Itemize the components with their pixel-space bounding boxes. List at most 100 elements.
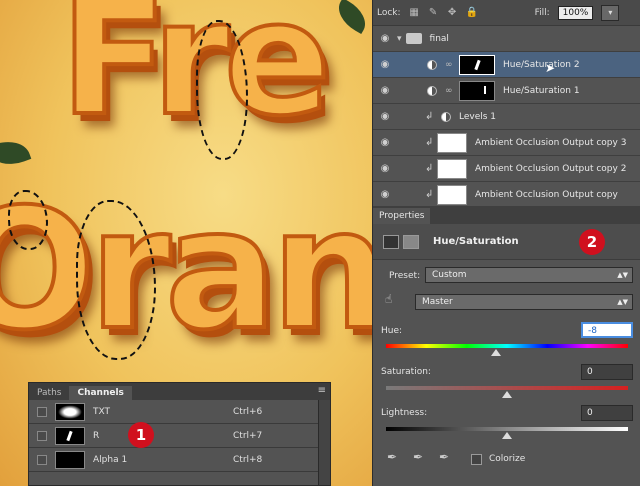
lightness-label: Lightness: [381, 408, 428, 418]
canvas-text-line-2: Oran [0, 174, 372, 367]
tab-properties[interactable]: Properties [373, 208, 431, 224]
channel-name: TXT [93, 406, 111, 417]
lock-row: Lock: ▦ ✎ ✥ 🔒 Fill: 100% ▾ [373, 0, 640, 26]
lock-all-icon[interactable]: 🔒 [466, 7, 478, 18]
visibility-checkbox[interactable] [37, 454, 47, 465]
layer-name: Hue/Saturation 1 [503, 85, 580, 96]
channel-row-r[interactable]: R Ctrl+7 1 [29, 422, 330, 448]
channels-scrollbar[interactable] [318, 400, 330, 485]
hue-slider-track[interactable] [386, 344, 628, 348]
lock-transparent-icon[interactable]: ▦ [409, 7, 420, 18]
layer-name: Levels 1 [459, 111, 497, 122]
eye-icon[interactable]: ◉ [373, 111, 397, 122]
properties-title: Hue/Saturation [433, 236, 519, 247]
chevron-updown-icon: ▲▼ [617, 298, 628, 306]
layer-row-ao-copy[interactable]: ◉ ↲ Ambient Occlusion Output copy [373, 182, 640, 208]
colorize-checkbox[interactable] [471, 454, 482, 465]
channel-thumbnail [55, 426, 85, 445]
eyedropper-plus-icon[interactable]: ✒ [413, 450, 423, 464]
layer-mask-thumbnail[interactable] [459, 54, 495, 75]
eye-icon[interactable]: ◉ [373, 189, 397, 200]
lightness-slider-track[interactable] [386, 427, 628, 431]
chevron-down-icon[interactable]: ▾ [397, 34, 402, 44]
layer-mask-thumbnail[interactable] [459, 80, 495, 101]
range-select[interactable]: Master ▲▼ [415, 294, 633, 310]
lightness-input[interactable]: 0 [581, 405, 633, 421]
fill-label: Fill: [534, 7, 550, 18]
layer-row-ao-copy-2[interactable]: ◉ ↲ Ambient Occlusion Output copy 2 [373, 156, 640, 182]
group-name: final [429, 33, 449, 44]
saturation-input[interactable]: 0 [581, 364, 633, 380]
adjustment-icon [427, 59, 437, 70]
channel-thumbnail [55, 450, 85, 469]
hue-slider-handle[interactable] [491, 349, 501, 356]
panel-menu-icon[interactable]: ≡ [318, 385, 326, 396]
layer-row-levels-1[interactable]: ◉ ↲ Levels 1 [373, 104, 640, 130]
lightness-slider-handle[interactable] [502, 432, 512, 439]
channel-row-alpha-1[interactable]: Alpha 1 Ctrl+8 [29, 448, 330, 472]
tab-paths[interactable]: Paths [29, 386, 69, 400]
channel-shortcut: Ctrl+7 [233, 430, 263, 441]
clipping-arrow-icon: ↲ [425, 111, 434, 122]
layer-row-ao-copy-3[interactable]: ◉ ↲ Ambient Occlusion Output copy 3 [373, 130, 640, 156]
preset-label: Preset: [389, 271, 421, 281]
lock-label: Lock: [377, 7, 401, 18]
tab-channels[interactable]: Channels [69, 386, 132, 400]
layer-thumbnail[interactable] [437, 184, 467, 205]
properties-tabbar: Properties [373, 206, 640, 224]
chain-link-icon[interactable]: ∞ [445, 60, 455, 70]
channel-shortcut: Ctrl+6 [233, 406, 263, 417]
saturation-slider-track[interactable] [386, 386, 628, 390]
adjustment-layer-icon[interactable] [383, 234, 399, 249]
eye-icon[interactable]: ◉ [373, 33, 397, 44]
channels-panel: Paths Channels ≡ TXT Ctrl+6 R Ctrl+7 1 A… [28, 382, 331, 486]
layer-name: Ambient Occlusion Output copy [475, 189, 618, 200]
lock-brush-icon[interactable]: ✎ [428, 7, 439, 18]
eye-icon[interactable]: ◉ [373, 59, 397, 70]
channel-row-txt[interactable]: TXT Ctrl+6 [29, 400, 330, 424]
step-badge-1: 1 [128, 422, 154, 448]
saturation-slider-handle[interactable] [502, 391, 512, 398]
chain-link-icon[interactable]: ∞ [445, 86, 455, 96]
preset-value: Custom [432, 270, 467, 280]
adjustment-icon [441, 111, 451, 122]
layer-name: Hue/Saturation 2 [503, 59, 580, 70]
layer-row-hue-saturation-2[interactable]: ◉ ∞ Hue/Saturation 2 ➤ [373, 52, 640, 78]
eye-icon[interactable]: ◉ [373, 85, 397, 96]
layer-thumbnail[interactable] [437, 132, 467, 153]
channel-name: R [93, 430, 100, 441]
hue-input[interactable]: -8 [581, 322, 633, 338]
fill-dropdown-icon[interactable]: ▾ [601, 4, 620, 21]
lock-move-icon[interactable]: ✥ [447, 7, 458, 18]
clipping-arrow-icon: ↲ [425, 163, 434, 174]
saturation-label: Saturation: [381, 367, 431, 377]
eyedropper-icon[interactable]: ✒ [387, 450, 397, 464]
layers-panel: Lock: ▦ ✎ ✥ 🔒 Fill: 100% ▾ ◉ ▾ final ◉ ∞… [372, 0, 640, 208]
visibility-checkbox[interactable] [37, 430, 47, 441]
layer-group-row[interactable]: ◉ ▾ final [373, 26, 640, 52]
channel-thumbnail [55, 402, 85, 421]
range-value: Master [422, 297, 453, 307]
layer-thumbnail[interactable] [437, 158, 467, 179]
chevron-updown-icon: ▲▼ [617, 271, 628, 279]
channel-name: Alpha 1 [93, 454, 128, 465]
leaf-decoration [331, 0, 372, 35]
canvas-text-line-1: Fre [58, 0, 333, 151]
visibility-checkbox[interactable] [37, 406, 47, 417]
clipping-arrow-icon: ↲ [425, 189, 434, 200]
colorize-label: Colorize [489, 454, 526, 464]
eyedropper-minus-icon[interactable]: ✒ [439, 450, 449, 464]
mask-icon[interactable] [403, 234, 419, 249]
leaf-decoration [0, 134, 32, 172]
hand-adjust-icon[interactable]: ☝ [385, 292, 392, 306]
preset-select[interactable]: Custom ▲▼ [425, 267, 633, 283]
step-badge-2: 2 [579, 229, 605, 255]
eye-icon[interactable]: ◉ [373, 137, 397, 148]
eye-icon[interactable]: ◉ [373, 163, 397, 174]
layer-row-hue-saturation-1[interactable]: ◉ ∞ Hue/Saturation 1 [373, 78, 640, 104]
fill-input[interactable]: 100% [557, 5, 594, 20]
folder-icon [405, 33, 422, 44]
hue-label: Hue: [381, 326, 403, 336]
clipping-arrow-icon: ↲ [425, 137, 434, 148]
layer-name: Ambient Occlusion Output copy 3 [475, 137, 627, 148]
